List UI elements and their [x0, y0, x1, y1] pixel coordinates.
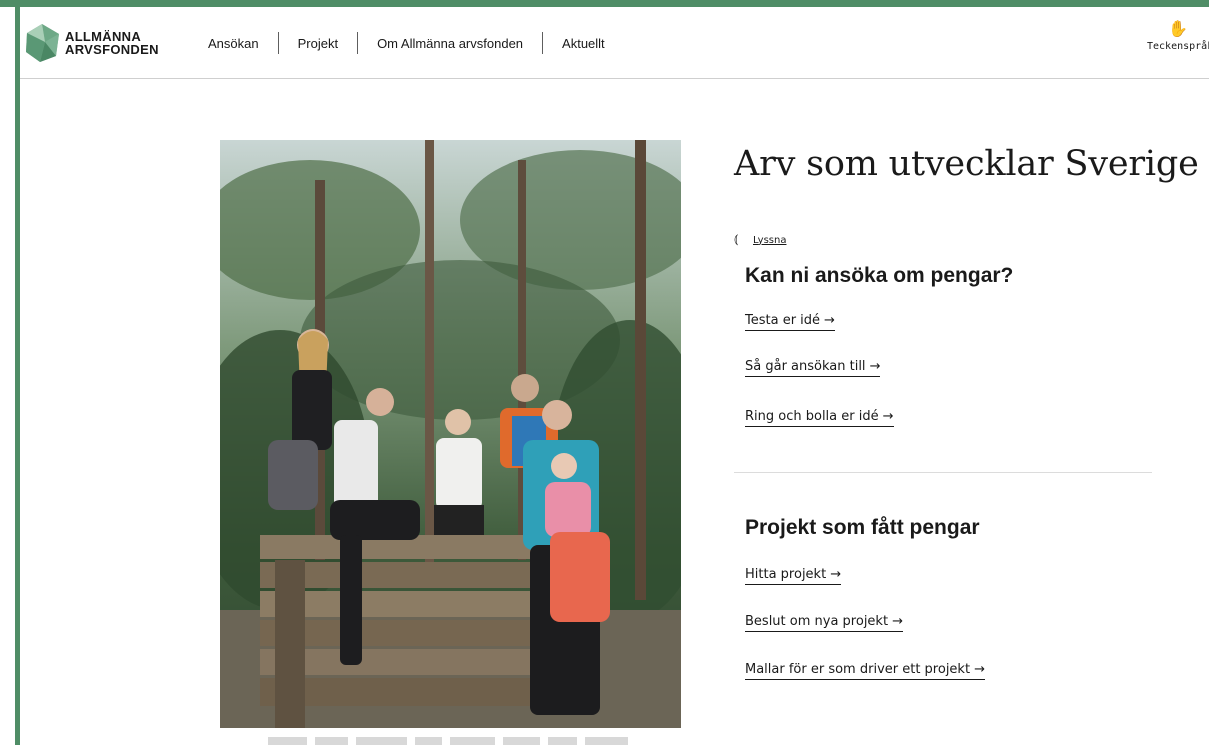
listen-button[interactable]: ⦅ Lyssna: [734, 233, 786, 247]
main-nav: Ansökan Projekt Om Allmänna arvsfonden A…: [191, 7, 624, 79]
ear-icon: ⦅: [734, 232, 739, 247]
arrow-right-icon: →: [830, 567, 842, 582]
nav-item-projekt[interactable]: Projekt: [279, 36, 357, 51]
arrow-right-icon: →: [824, 313, 835, 328]
hero-image: [220, 140, 681, 728]
arrow-right-icon: →: [892, 614, 903, 629]
nav-separator: [542, 32, 544, 54]
family-photo: [220, 140, 681, 728]
nav-item-om-arvsfonden[interactable]: Om Allmänna arvsfonden: [358, 36, 542, 51]
link-beslut-om-nya-projekt[interactable]: Beslut om nya projekt →: [745, 614, 903, 632]
site-header: ALLMÄNNA ARVSFONDEN Ansökan Projekt Om A…: [20, 7, 1209, 79]
hand-sign-icon: ✋: [1168, 19, 1188, 38]
arrow-right-icon: →: [974, 662, 985, 677]
nav-separator: [357, 32, 359, 54]
link-hitta-projekt[interactable]: Hitta projekt →: [745, 567, 842, 585]
sign-language-button[interactable]: ✋ Teckenspråk: [1147, 18, 1209, 52]
logo-text: ALLMÄNNA ARVSFONDEN: [65, 30, 159, 56]
link-testa-er-ide[interactable]: Testa er idé →: [745, 313, 835, 331]
listen-label: Lyssna: [753, 234, 787, 246]
link-label: Testa er idé: [745, 313, 821, 328]
sign-language-label: Teckenspråk: [1147, 41, 1209, 52]
nav-item-aktuellt[interactable]: Aktuellt: [543, 36, 624, 51]
link-label: Ring och bolla er idé: [745, 409, 879, 424]
arrow-right-icon: →: [882, 409, 894, 424]
link-label: Mallar för er som driver ett projekt: [745, 662, 971, 677]
projects-section-title: Projekt som fått pengar: [745, 516, 980, 539]
nav-item-ansokan[interactable]: Ansökan: [191, 36, 278, 51]
carousel-strip: [268, 737, 629, 745]
link-mallar-for-projekt[interactable]: Mallar för er som driver ett projekt →: [745, 662, 985, 680]
apply-section-title: Kan ni ansöka om pengar?: [745, 264, 1014, 287]
link-label: Hitta projekt: [745, 567, 827, 582]
frame-top-border: [0, 0, 1209, 7]
page-title: Arv som utvecklar Sverige: [734, 144, 1199, 184]
nav-separator: [277, 32, 279, 54]
logo-icon: [26, 24, 59, 62]
link-label: Beslut om nya projekt: [745, 614, 889, 629]
link-sa-gar-ansokan-till[interactable]: Så går ansökan till →: [745, 359, 881, 377]
link-label: Så går ansökan till: [745, 359, 866, 374]
logo-line-2: ARVSFONDEN: [65, 42, 159, 57]
arrow-right-icon: →: [869, 359, 881, 374]
frame-left-border: [15, 0, 20, 745]
section-divider: [734, 472, 1152, 473]
link-ring-och-bolla[interactable]: Ring och bolla er idé →: [745, 409, 894, 427]
logo[interactable]: ALLMÄNNA ARVSFONDEN: [23, 22, 159, 64]
